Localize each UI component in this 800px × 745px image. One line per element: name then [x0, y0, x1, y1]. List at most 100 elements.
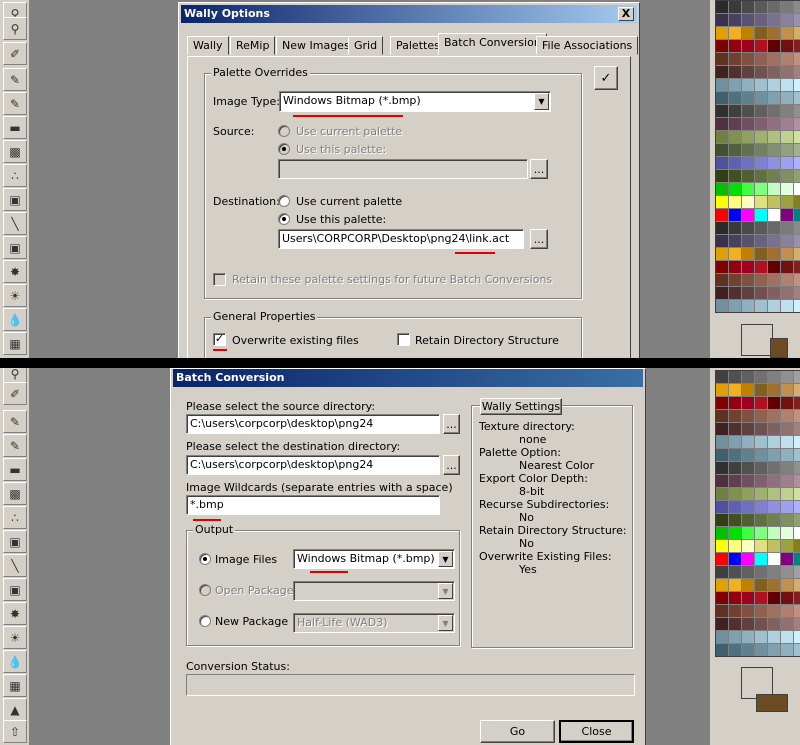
palette-swatch[interactable]	[768, 605, 780, 617]
palette-swatch[interactable]	[742, 209, 754, 221]
palette-swatch[interactable]	[755, 488, 767, 500]
sharpen-icon[interactable]: ✸	[3, 260, 27, 283]
palette-swatch[interactable]	[768, 644, 780, 656]
palette-swatch[interactable]	[742, 183, 754, 195]
palette-swatch[interactable]	[755, 14, 767, 26]
palette-swatch[interactable]	[742, 222, 754, 234]
open-package-radio[interactable]	[199, 584, 211, 596]
foreground-color-swatch[interactable]	[770, 338, 788, 358]
palette-swatch[interactable]	[716, 53, 728, 65]
palette-swatch[interactable]	[768, 248, 780, 260]
close-button[interactable]: Close	[559, 720, 634, 743]
palette-swatch[interactable]	[716, 157, 728, 169]
palette-swatch[interactable]	[716, 79, 728, 91]
palette-swatch[interactable]	[794, 170, 800, 182]
palette-swatch[interactable]	[716, 488, 728, 500]
palette-swatch[interactable]	[716, 118, 728, 130]
palette-swatch[interactable]	[768, 501, 780, 513]
palette-swatch[interactable]	[742, 79, 754, 91]
palette-swatch[interactable]	[716, 27, 728, 39]
chevron-down-icon[interactable]: ▼	[534, 93, 549, 110]
palette-swatch[interactable]	[781, 501, 793, 513]
palette-swatch[interactable]	[781, 592, 793, 604]
stamp-icon[interactable]: ▲	[3, 698, 27, 721]
palette-swatch[interactable]	[768, 261, 780, 273]
palette-swatch[interactable]	[755, 1, 767, 13]
palette-swatch[interactable]	[781, 579, 793, 591]
palette-swatch[interactable]	[755, 514, 767, 526]
palette-swatch[interactable]	[781, 274, 793, 286]
palette-swatch[interactable]	[781, 105, 793, 117]
palette-swatch[interactable]	[781, 66, 793, 78]
palette-swatch[interactable]	[742, 449, 754, 461]
palette-swatch[interactable]	[716, 196, 728, 208]
palette-swatch[interactable]	[755, 592, 767, 604]
palette-swatch[interactable]	[742, 40, 754, 52]
palette-swatch[interactable]	[755, 605, 767, 617]
palette-swatch[interactable]	[716, 274, 728, 286]
palette-swatch[interactable]	[742, 248, 754, 260]
palette-swatch[interactable]	[716, 371, 728, 383]
palette-swatch[interactable]	[781, 618, 793, 630]
palette-swatch[interactable]	[742, 579, 754, 591]
palette-swatch[interactable]	[781, 397, 793, 409]
palette-swatch[interactable]	[755, 384, 767, 396]
palette-swatch[interactable]	[716, 475, 728, 487]
dest-use-this-radio[interactable]	[278, 213, 290, 225]
palette-swatch[interactable]	[768, 579, 780, 591]
palette-swatch[interactable]	[716, 514, 728, 526]
palette-swatch[interactable]	[768, 131, 780, 143]
go-button[interactable]: Go	[480, 720, 555, 743]
background-color-swatch[interactable]	[741, 324, 773, 356]
palette-swatch[interactable]	[781, 92, 793, 104]
palette-swatch[interactable]	[729, 27, 741, 39]
palette-swatch[interactable]	[716, 527, 728, 539]
clone-icon[interactable]: ▣	[3, 530, 27, 553]
palette-swatch[interactable]	[781, 248, 793, 260]
palette-swatch[interactable]	[742, 274, 754, 286]
palette-swatch[interactable]	[729, 14, 741, 26]
spray-icon[interactable]: ∴	[3, 164, 27, 187]
wally-settings-button[interactable]: Wally Settings	[480, 398, 562, 415]
palette-swatch[interactable]	[716, 410, 728, 422]
palette-swatch[interactable]	[794, 631, 800, 643]
palette-swatch[interactable]	[742, 384, 754, 396]
palette-swatch[interactable]	[716, 618, 728, 630]
palette-swatch[interactable]	[781, 423, 793, 435]
palette-swatch[interactable]	[794, 144, 800, 156]
palette-swatch[interactable]	[755, 287, 767, 299]
palette-swatch[interactable]	[781, 566, 793, 578]
palette-swatch[interactable]	[794, 397, 800, 409]
palette-swatch[interactable]	[768, 53, 780, 65]
palette-swatch[interactable]	[729, 170, 741, 182]
palette-swatch[interactable]	[781, 514, 793, 526]
palette-swatch[interactable]	[768, 540, 780, 552]
palette-swatch[interactable]	[781, 40, 793, 52]
palette-swatch[interactable]	[794, 105, 800, 117]
palette-swatch[interactable]	[755, 157, 767, 169]
palette-swatch[interactable]	[781, 222, 793, 234]
palette-swatch[interactable]	[794, 423, 800, 435]
palette-swatch[interactable]	[794, 157, 800, 169]
palette-swatch[interactable]	[794, 475, 800, 487]
palette-swatch[interactable]	[768, 157, 780, 169]
palette-swatch[interactable]	[794, 605, 800, 617]
palette-swatch[interactable]	[781, 605, 793, 617]
retain-palette-checkbox[interactable]	[213, 273, 226, 286]
palette-swatch[interactable]	[729, 436, 741, 448]
tab-file-associations[interactable]: File Associations	[536, 36, 639, 55]
palette-swatch[interactable]	[729, 261, 741, 273]
palette-swatch[interactable]	[729, 300, 741, 312]
palette-swatch[interactable]	[781, 144, 793, 156]
dest-palette-path[interactable]: Users\CORPCORP\Desktop\png24\link.act	[278, 229, 524, 249]
palette-swatch[interactable]	[794, 449, 800, 461]
palette-swatch[interactable]	[781, 436, 793, 448]
palette-swatch[interactable]	[716, 209, 728, 221]
palette-swatch[interactable]	[742, 618, 754, 630]
line-icon[interactable]: ╲	[3, 554, 27, 577]
palette-swatch[interactable]	[729, 40, 741, 52]
palette-swatch[interactable]	[729, 144, 741, 156]
palette-swatch[interactable]	[716, 644, 728, 656]
palette-swatch[interactable]	[768, 144, 780, 156]
palette-swatch[interactable]	[729, 53, 741, 65]
